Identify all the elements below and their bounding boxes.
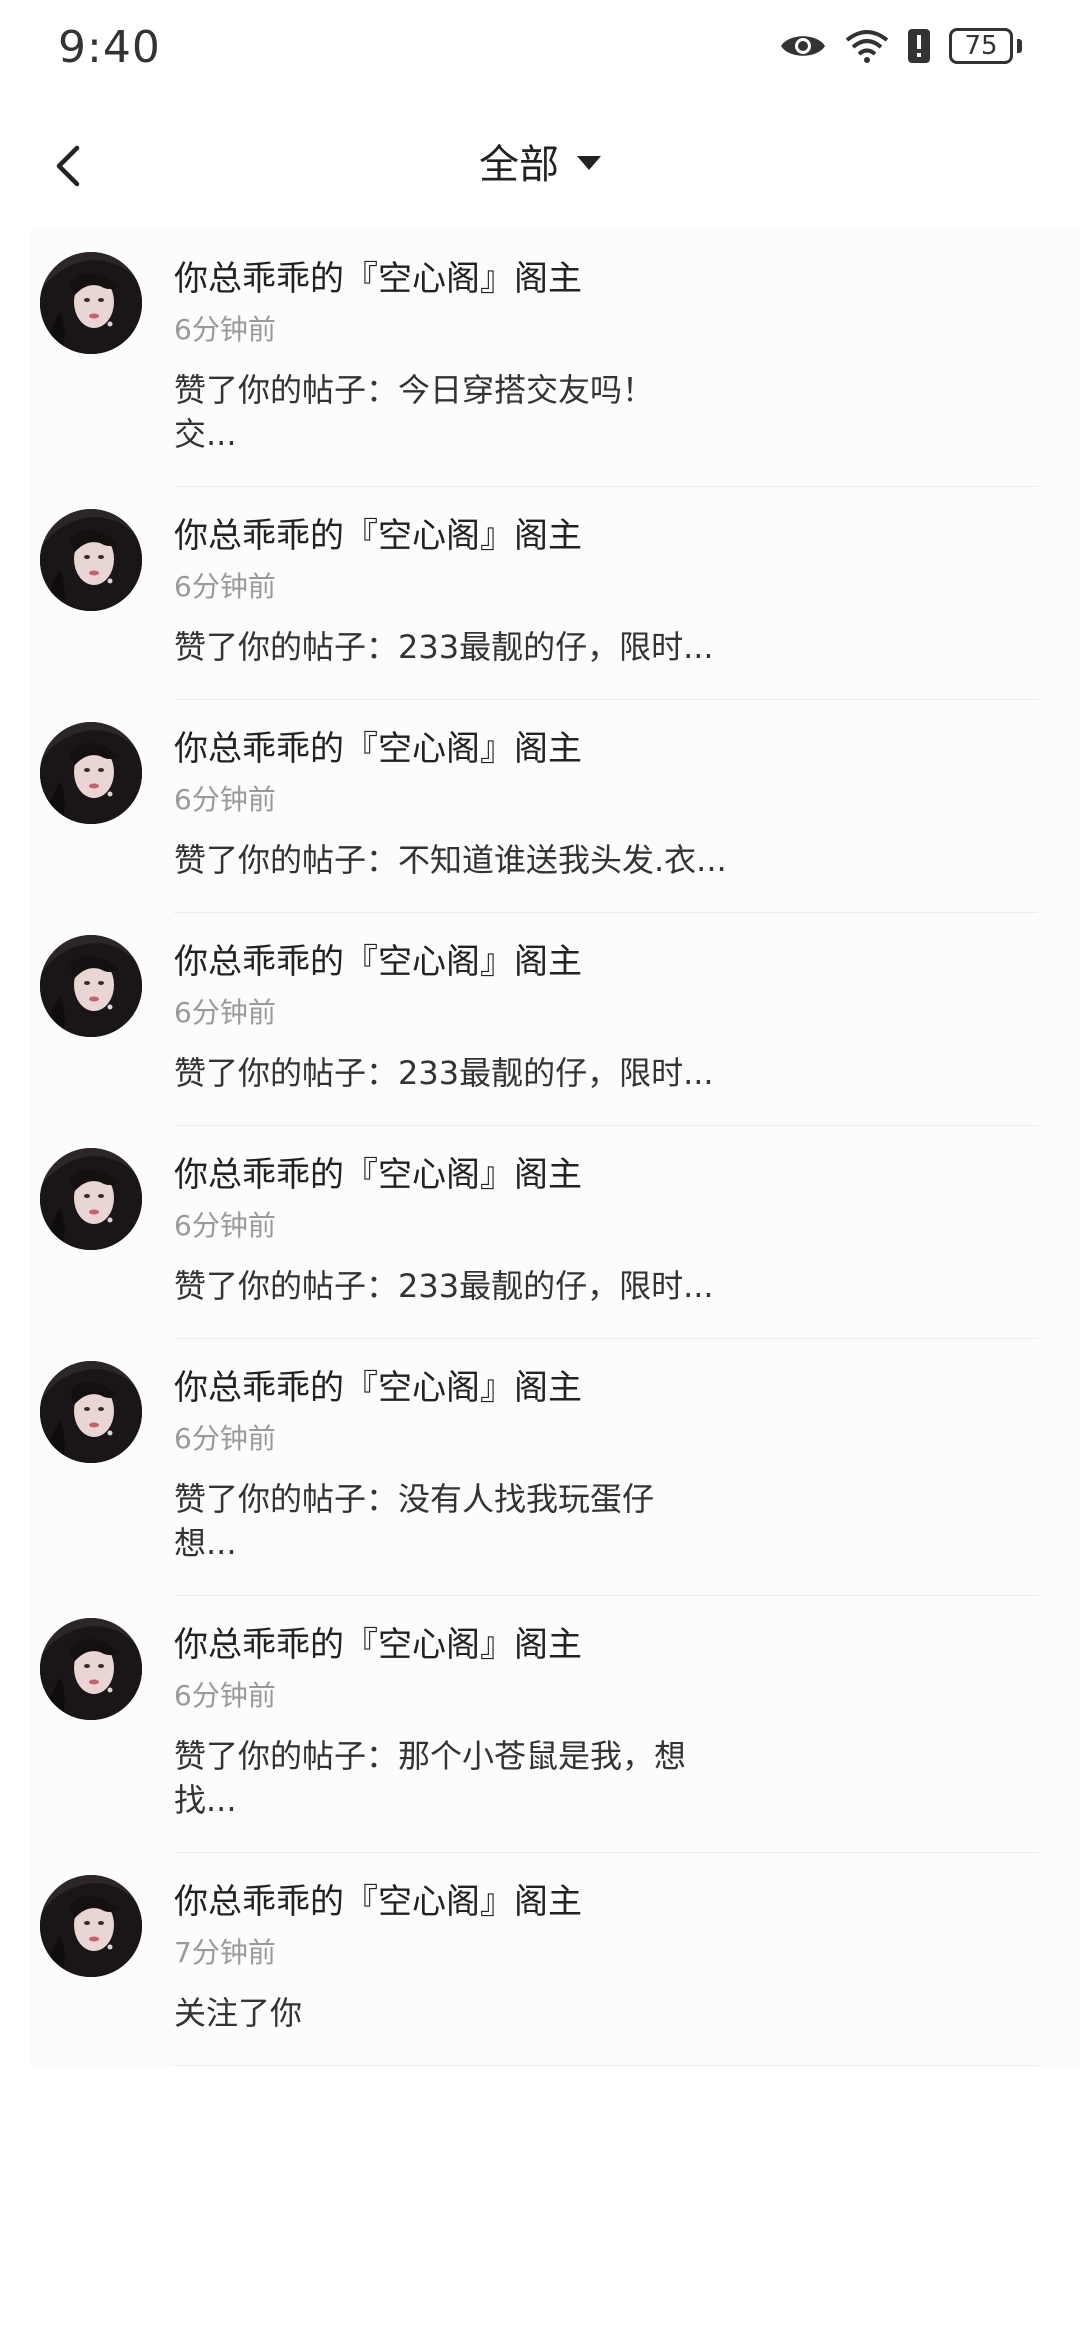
notifications-page: 9:40 75 全部 你总乖乖的『空心阁』阁主 6分钟前 赞了你的帖子：今日穿搭… (0, 0, 1080, 2340)
notification-list: 你总乖乖的『空心阁』阁主 6分钟前 赞了你的帖子：今日穿搭交友吗！ 交... 你总乖乖… (0, 230, 1080, 2066)
wifi-icon (845, 30, 889, 63)
notification-item[interactable]: 你总乖乖的『空心阁』阁主 6分钟前赞了你的帖子：233最靓的仔，限时... (0, 487, 1080, 700)
avatar[interactable] (40, 1148, 142, 1250)
timestamp: 7分钟前 (174, 1936, 276, 1969)
notification-text: 赞了你的帖子：233最靓的仔，限时... (174, 1267, 714, 1305)
user-name[interactable]: 你总乖乖的『空心阁』阁主 (174, 937, 1038, 987)
timestamp: 6分钟前 (174, 1422, 276, 1455)
avatar[interactable] (40, 1875, 142, 1977)
notification-item[interactable]: 你总乖乖的『空心阁』阁主 6分钟前赞了你的帖子：没有人找我玩蛋仔 想... (0, 1339, 1080, 1596)
timestamp: 6分钟前 (174, 996, 276, 1029)
notification-item[interactable]: 你总乖乖的『空心阁』阁主 6分钟前赞了你的帖子：那个小苍鼠是我，想找... (0, 1596, 1080, 1853)
page-title: 全部 (479, 142, 559, 188)
timestamp: 6分钟前 (174, 570, 276, 603)
notification-body: 你总乖乖的『空心阁』阁主 6分钟前赞了你的帖子：233最靓的仔，限时... (174, 913, 1038, 1126)
notification-body: 你总乖乖的『空心阁』阁主 6分钟前赞了你的帖子：不知道谁送我头发.衣... (174, 700, 1038, 913)
notification-text: 关注了你 (174, 1994, 303, 2032)
notification-item[interactable]: 你总乖乖的『空心阁』阁主 6分钟前赞了你的帖子：今日穿搭交友吗！ 交... (0, 230, 1080, 487)
notification-body: 你总乖乖的『空心阁』阁主 6分钟前赞了你的帖子：今日穿搭交友吗！ 交... (174, 230, 1038, 487)
avatar[interactable] (40, 1361, 142, 1463)
status-icons: 75 (779, 28, 1022, 64)
avatar[interactable] (40, 722, 142, 824)
eye-icon (781, 36, 825, 56)
user-name[interactable]: 你总乖乖的『空心阁』阁主 (174, 254, 1038, 304)
notification-body: 你总乖乖的『空心阁』阁主 6分钟前赞了你的帖子：那个小苍鼠是我，想找... (174, 1596, 1038, 1853)
notification-body: 你总乖乖的『空心阁』阁主 6分钟前赞了你的帖子：233最靓的仔，限时... (174, 487, 1038, 700)
timestamp: 6分钟前 (174, 313, 276, 346)
notification-text: 赞了你的帖子：不知道谁送我头发.衣... (174, 841, 727, 879)
status-time: 9:40 (58, 22, 161, 73)
user-name[interactable]: 你总乖乖的『空心阁』阁主 (174, 1620, 1038, 1670)
avatar[interactable] (40, 509, 142, 611)
notification-text: 赞了你的帖子：那个小苍鼠是我，想找... (174, 1737, 687, 1819)
status-bar: 9:40 75 (0, 0, 1080, 100)
caret-down-icon (577, 156, 601, 170)
timestamp: 6分钟前 (174, 1679, 276, 1712)
battery-cap (1017, 39, 1022, 53)
notification-text: 赞了你的帖子：233最靓的仔，限时... (174, 1054, 714, 1092)
user-name[interactable]: 你总乖乖的『空心阁』阁主 (174, 1363, 1038, 1413)
battery-icon: 75 (949, 28, 1013, 64)
notification-body: 你总乖乖的『空心阁』阁主 7分钟前关注了你 (174, 1853, 1038, 2066)
filter-dropdown[interactable]: 全部 (0, 132, 1080, 190)
notification-item[interactable]: 你总乖乖的『空心阁』阁主 6分钟前赞了你的帖子：233最靓的仔，限时... (0, 1126, 1080, 1339)
user-name[interactable]: 你总乖乖的『空心阁』阁主 (174, 511, 1038, 561)
timestamp: 6分钟前 (174, 1209, 276, 1242)
user-name[interactable]: 你总乖乖的『空心阁』阁主 (174, 1150, 1038, 1200)
notification-text: 赞了你的帖子：233最靓的仔，限时... (174, 628, 714, 666)
divider (174, 2065, 1038, 2066)
notification-item[interactable]: 你总乖乖的『空心阁』阁主 6分钟前赞了你的帖子：233最靓的仔，限时... (0, 913, 1080, 1126)
battery-level: 75 (964, 31, 998, 61)
avatar[interactable] (40, 1618, 142, 1720)
nav-bar: 全部 (0, 110, 1080, 220)
notification-text: 赞了你的帖子：没有人找我玩蛋仔 想... (174, 1480, 655, 1562)
notification-body: 你总乖乖的『空心阁』阁主 6分钟前赞了你的帖子：没有人找我玩蛋仔 想... (174, 1339, 1038, 1596)
user-name[interactable]: 你总乖乖的『空心阁』阁主 (174, 724, 1038, 774)
notification-text: 赞了你的帖子：今日穿搭交友吗！ 交... (174, 371, 655, 453)
timestamp: 6分钟前 (174, 783, 276, 816)
alert-icon (908, 29, 930, 63)
avatar[interactable] (40, 935, 142, 1037)
notification-item[interactable]: 你总乖乖的『空心阁』阁主 6分钟前赞了你的帖子：不知道谁送我头发.衣... (0, 700, 1080, 913)
user-name[interactable]: 你总乖乖的『空心阁』阁主 (174, 1877, 1038, 1927)
notification-item[interactable]: 你总乖乖的『空心阁』阁主 7分钟前关注了你 (0, 1853, 1080, 2066)
notification-body: 你总乖乖的『空心阁』阁主 6分钟前赞了你的帖子：233最靓的仔，限时... (174, 1126, 1038, 1339)
avatar[interactable] (40, 252, 142, 354)
